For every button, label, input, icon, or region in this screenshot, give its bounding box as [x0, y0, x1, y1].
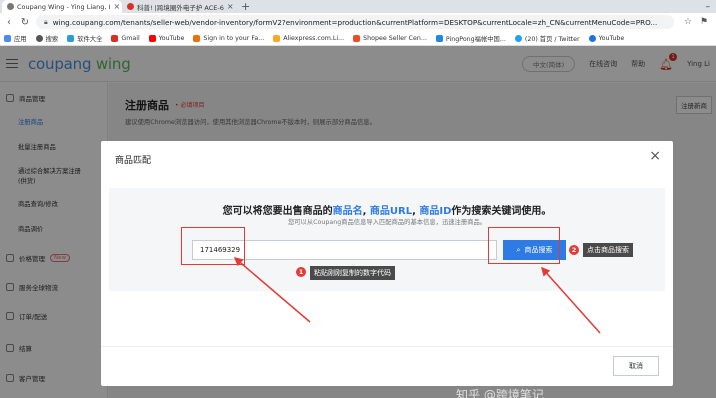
aliexpress-icon — [273, 34, 281, 42]
address-bar: ‹ ↻ 🔒︎ wing.coupang.com/tenants/seller-w… — [0, 13, 716, 31]
footer-divider — [101, 346, 673, 347]
bookmark-gmail[interactable]: Gmail — [111, 34, 140, 42]
pingpong-icon — [435, 34, 443, 42]
new-tab-button[interactable]: + — [241, 0, 250, 13]
bookmark-youtube[interactable]: YouTube — [148, 34, 184, 42]
browser-tab-active[interactable]: Coupang Wing - Ying Liang, I × — [2, 0, 122, 13]
back-icon[interactable]: ‹ — [4, 17, 14, 28]
url-field[interactable]: 🔒︎ wing.coupang.com/tenants/seller-web/v… — [36, 15, 674, 29]
gmail-icon — [111, 34, 119, 42]
close-tab-icon[interactable]: × — [227, 2, 234, 11]
search-icon — [35, 34, 43, 42]
annotation-step2-label: 点击商品搜索 — [583, 243, 633, 257]
twitter-icon — [514, 34, 522, 42]
bookmark-aliexpress[interactable]: Aliexpress.com.Li... — [273, 34, 344, 42]
tab-title: Coupang Wing - Ying Liang, I — [17, 2, 111, 11]
tab-title: 科普! |跨境圈外电子护 ACE-6 — [137, 3, 224, 12]
shopee-icon — [353, 34, 361, 42]
bookmark-pingpong[interactable]: PingPong福帐中国... — [435, 34, 506, 43]
bookmark-software[interactable]: 软件大全 — [67, 34, 102, 43]
coupang-favicon-icon — [7, 3, 14, 10]
url-text: wing.coupang.com/tenants/seller-web/vend… — [52, 17, 658, 27]
bookmark-twitter[interactable]: (20) 首页 / Twitter — [514, 34, 580, 43]
annotation-step1-number: 1 — [296, 267, 306, 277]
minimize-icon[interactable]: – — [706, 2, 711, 12]
bookmark-icon — [193, 34, 201, 42]
annotation-step1-label: 粘贴刚刚复制的数字代码 — [310, 266, 395, 280]
annotation-step2-number: 2 — [569, 245, 579, 255]
bookmark-search[interactable]: 搜索 — [35, 34, 58, 43]
lock-icon: 🔒︎ — [44, 17, 48, 26]
bookmark-star-icon[interactable]: ☆ — [684, 17, 692, 27]
close-tab-icon[interactable]: × — [113, 2, 120, 11]
dialog-title: 商品匹配 — [115, 156, 152, 166]
cancel-button[interactable]: 取消 — [613, 356, 659, 376]
bookmark-signin[interactable]: Sign in to your Fa... — [193, 34, 264, 42]
google-icon — [588, 34, 596, 42]
reload-icon[interactable]: ↻ — [20, 17, 30, 28]
extensions-icon[interactable]: ⚑ — [700, 17, 708, 27]
annotation-box-input — [181, 227, 245, 265]
bookmark-shopee[interactable]: Shopee Seller Cen... — [353, 34, 427, 42]
window-controls: – — [706, 0, 711, 13]
browser-tab-strip: Coupang Wing - Ying Liang, I × 科普! |跨境圈外… — [0, 0, 716, 13]
bookmarks-bar: 应用 搜索 软件大全 Gmail YouTube Sign in to your… — [0, 31, 716, 46]
bookmark-youtube-2[interactable]: YouTube — [588, 34, 624, 42]
apps-icon — [4, 34, 11, 42]
site-favicon-icon — [127, 3, 134, 10]
search-subline: 您可以从Coupang商品信息导入匹配商品的基本信息，迅速注册商品。 — [287, 219, 487, 226]
annotation-box-search — [488, 227, 560, 264]
youtube-icon — [148, 34, 156, 42]
watermark: 知乎 @跨境笔记 — [456, 388, 544, 398]
browser-tab[interactable]: 科普! |跨境圈外电子护 ACE-6 × — [122, 0, 237, 13]
software-icon — [67, 34, 75, 42]
close-icon[interactable]: × — [649, 149, 661, 163]
search-headline: 您可以将您要出售商品的商品名, 商品URL, 商品ID作为搜索关键词使用。 — [222, 206, 552, 217]
bookmark-apps[interactable]: 应用 — [4, 34, 27, 43]
